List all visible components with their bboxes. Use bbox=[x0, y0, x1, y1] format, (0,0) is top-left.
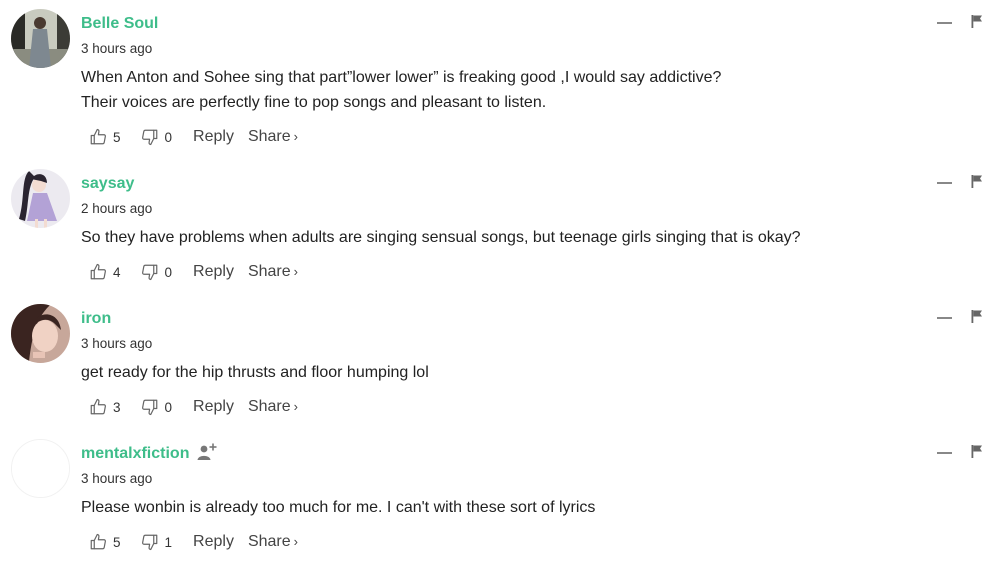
flag-icon[interactable] bbox=[970, 309, 984, 323]
dislike-button[interactable]: 0 bbox=[141, 398, 173, 416]
like-count: 5 bbox=[113, 129, 121, 145]
reply-button[interactable]: Reply bbox=[193, 398, 234, 416]
thumbs-up-icon bbox=[90, 398, 106, 415]
collapse-icon[interactable] bbox=[937, 22, 952, 24]
thumbs-up-icon bbox=[90, 263, 106, 280]
thumbs-down-icon bbox=[141, 264, 157, 281]
avatar-image bbox=[11, 169, 70, 228]
share-label: Share bbox=[247, 263, 291, 280]
reply-button[interactable]: Reply bbox=[193, 263, 234, 281]
flag-icon[interactable] bbox=[970, 444, 984, 458]
avatar-image bbox=[11, 304, 70, 363]
add-friend-icon[interactable] bbox=[197, 443, 217, 461]
dislike-button[interactable]: 1 bbox=[141, 533, 173, 551]
thumbs-down-icon bbox=[141, 129, 157, 146]
collapse-icon[interactable] bbox=[937, 182, 952, 184]
like-count: 4 bbox=[113, 264, 121, 280]
dislike-button[interactable]: 0 bbox=[141, 128, 173, 146]
dislike-count: 0 bbox=[164, 399, 173, 415]
comment-actions: 4 0 Reply Share › bbox=[89, 262, 298, 282]
comment-actions: 5 1 Reply Share › bbox=[89, 532, 298, 552]
comment-username[interactable]: iron bbox=[81, 310, 111, 328]
collapse-icon[interactable] bbox=[937, 452, 952, 454]
avatar[interactable] bbox=[11, 439, 70, 498]
comment-username[interactable]: saysay bbox=[81, 175, 134, 193]
dislike-count: 1 bbox=[164, 534, 173, 550]
dislike-count: 0 bbox=[164, 129, 173, 145]
comment-timestamp[interactable]: 3 hours ago bbox=[81, 336, 152, 351]
like-button[interactable]: 4 bbox=[89, 263, 121, 281]
thumbs-down-icon bbox=[141, 534, 157, 551]
comment-item: saysay 2 hours ago So they have problems… bbox=[0, 160, 995, 295]
avatar[interactable] bbox=[11, 304, 70, 363]
share-button[interactable]: Share › bbox=[248, 398, 298, 416]
share-button[interactable]: Share › bbox=[248, 533, 298, 551]
comment-actions: 5 0 Reply Share › bbox=[89, 127, 298, 147]
avatar-image bbox=[11, 9, 70, 68]
avatar[interactable] bbox=[11, 169, 70, 228]
share-button[interactable]: Share › bbox=[248, 263, 298, 281]
comment-timestamp[interactable]: 3 hours ago bbox=[81, 41, 152, 56]
comment-item: iron 3 hours ago get ready for the hip t… bbox=[0, 295, 995, 430]
comment-body: So they have problems when adults are si… bbox=[81, 226, 801, 251]
collapse-icon[interactable] bbox=[937, 317, 952, 319]
avatar-image bbox=[12, 440, 69, 497]
share-button[interactable]: Share › bbox=[248, 128, 298, 146]
comment-body: Please wonbin is already too much for me… bbox=[81, 496, 595, 521]
like-button[interactable]: 3 bbox=[89, 398, 121, 416]
like-count: 3 bbox=[113, 399, 121, 415]
avatar[interactable] bbox=[11, 9, 70, 68]
chevron-right-icon: › bbox=[293, 129, 298, 144]
reply-button[interactable]: Reply bbox=[193, 533, 234, 551]
comment-timestamp[interactable]: 3 hours ago bbox=[81, 471, 152, 486]
comment-timestamp[interactable]: 2 hours ago bbox=[81, 201, 152, 216]
thumbs-down-icon bbox=[141, 399, 157, 416]
comment-text-line: So they have problems when adults are si… bbox=[81, 229, 801, 246]
comment-actions: 3 0 Reply Share › bbox=[89, 397, 298, 417]
comment-text-line: When Anton and Sohee sing that part”lowe… bbox=[81, 69, 722, 86]
chevron-right-icon: › bbox=[293, 399, 298, 414]
comment-username[interactable]: mentalxfiction bbox=[81, 445, 189, 463]
share-label: Share bbox=[247, 533, 291, 550]
comment-username[interactable]: Belle Soul bbox=[81, 15, 158, 33]
dislike-count: 0 bbox=[164, 264, 173, 280]
flag-icon[interactable] bbox=[970, 174, 984, 188]
comment-body: get ready for the hip thrusts and floor … bbox=[81, 361, 429, 386]
comment-item: mentalxfiction 3 hours ago Please wonbin… bbox=[0, 430, 995, 565]
reply-button[interactable]: Reply bbox=[193, 128, 234, 146]
flag-icon[interactable] bbox=[970, 14, 984, 28]
thumbs-up-icon bbox=[90, 128, 106, 145]
comment-text-line: get ready for the hip thrusts and floor … bbox=[81, 364, 429, 381]
share-label: Share bbox=[247, 128, 291, 145]
comment-text-line: Their voices are perfectly fine to pop s… bbox=[81, 93, 547, 111]
like-button[interactable]: 5 bbox=[89, 128, 121, 146]
comment-body: When Anton and Sohee sing that part”lowe… bbox=[81, 66, 721, 115]
dislike-button[interactable]: 0 bbox=[141, 263, 173, 281]
like-count: 5 bbox=[113, 534, 121, 550]
chevron-right-icon: › bbox=[293, 534, 298, 549]
like-button[interactable]: 5 bbox=[89, 533, 121, 551]
thumbs-up-icon bbox=[90, 533, 106, 550]
comment-item: Belle Soul 3 hours ago When Anton and So… bbox=[0, 0, 995, 146]
comment-text-line: Please wonbin is already too much for me… bbox=[81, 499, 596, 516]
chevron-right-icon: › bbox=[293, 264, 298, 279]
share-label: Share bbox=[247, 398, 291, 415]
